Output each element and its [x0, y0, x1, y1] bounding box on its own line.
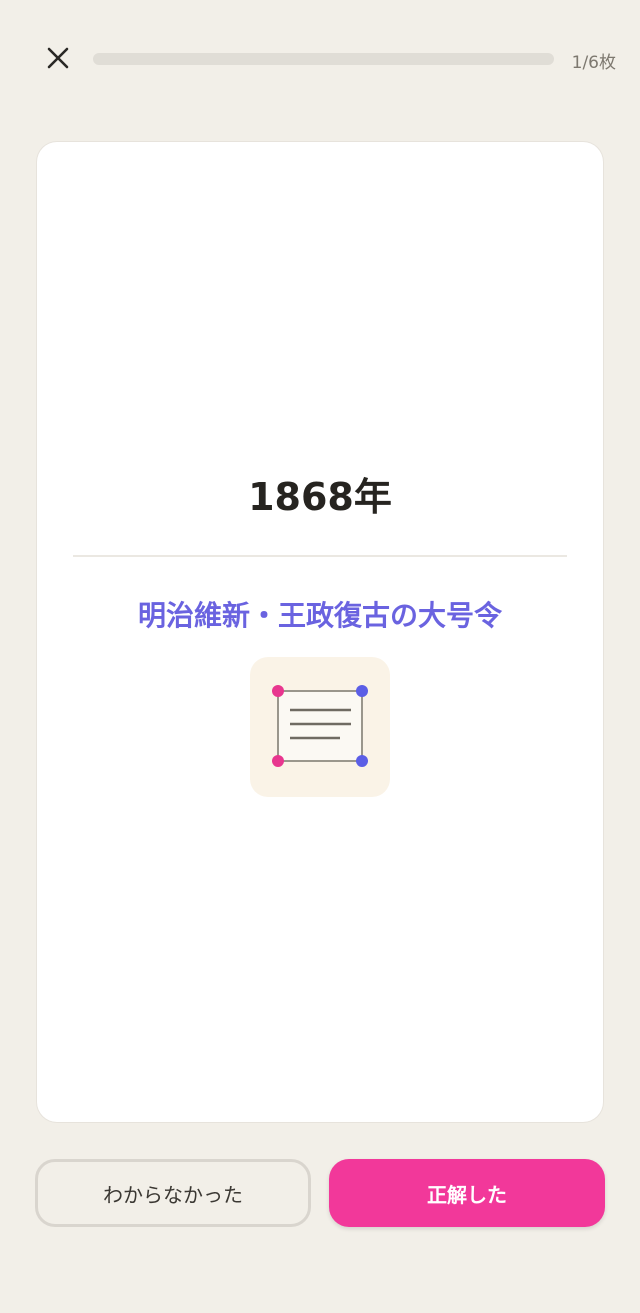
- close-button[interactable]: [40, 40, 76, 76]
- didnt-know-button[interactable]: わからなかった: [35, 1159, 311, 1227]
- card-divider: [73, 555, 567, 557]
- card-term: 1868年: [248, 475, 392, 519]
- card-meaning: 明治維新・王政復古の大号令: [137, 599, 502, 632]
- progress-bar: [93, 53, 554, 65]
- document-icon: [250, 657, 390, 797]
- close-icon: [47, 47, 69, 69]
- correct-button[interactable]: 正解した: [329, 1159, 605, 1227]
- top-bar: 1/6枚: [0, 0, 640, 120]
- card-counter: 1/6枚: [571, 53, 616, 73]
